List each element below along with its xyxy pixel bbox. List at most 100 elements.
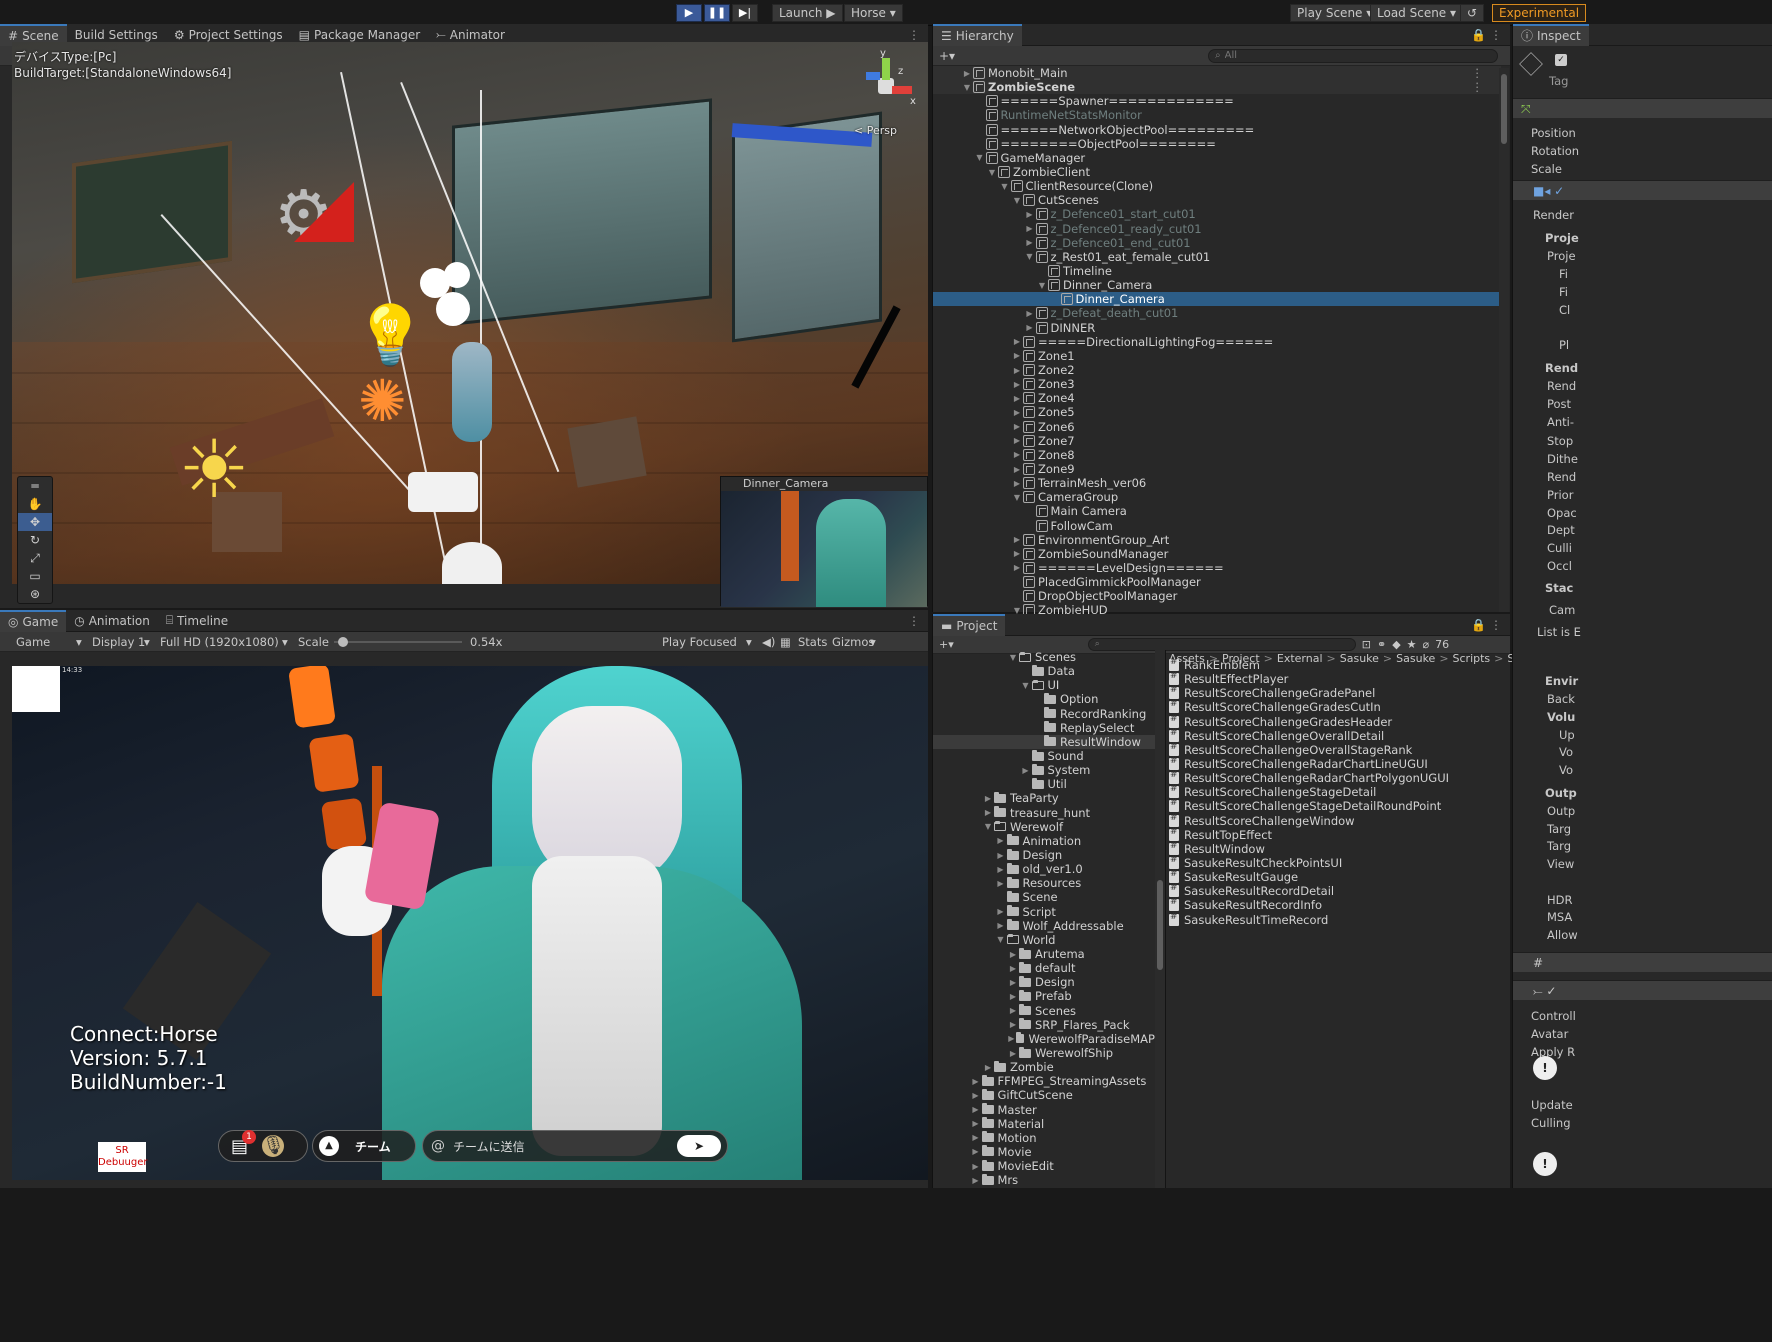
- game-viewport[interactable]: 14:33 Connect:Horse Version: 5.7.1 Build…: [12, 666, 928, 1180]
- project-file-item[interactable]: ResultEffectPlayer: [1169, 671, 1511, 686]
- drag-handle-icon[interactable]: ═: [18, 477, 52, 495]
- x-axis-cone[interactable]: [892, 86, 912, 94]
- project-file-item[interactable]: ResultScoreChallengeWindow: [1169, 813, 1511, 828]
- rotate-tool-icon[interactable]: ↻: [18, 531, 52, 549]
- foldout-arrow-icon[interactable]: ▶: [1007, 950, 1019, 959]
- project-folder-item[interactable]: ▶ Material: [933, 1117, 1155, 1131]
- foldout-arrow-icon[interactable]: ▶: [1007, 978, 1019, 987]
- project-folder-item[interactable]: ▶ SRP_Flares_Pack: [933, 1018, 1155, 1032]
- project-folder-item[interactable]: ▶ Zombie: [933, 1060, 1155, 1074]
- project-folder-item[interactable]: ▶ FFMPEG_StreamingAssets: [933, 1074, 1155, 1088]
- hierarchy-scrollbar[interactable]: [1499, 68, 1509, 612]
- filter-type-icon[interactable]: ⊡: [1362, 638, 1371, 651]
- scrollbar-thumb[interactable]: [1501, 74, 1507, 144]
- hierarchy-item[interactable]: ▼ GameManager: [933, 151, 1501, 165]
- foldout-arrow-icon[interactable]: ▶: [1011, 366, 1023, 375]
- rect-tool-icon[interactable]: ▭: [18, 567, 52, 585]
- play-focused-dropdown[interactable]: Play Focused: [662, 635, 746, 649]
- hierarchy-item[interactable]: ▼ ClientResource(Clone): [933, 179, 1501, 193]
- panel-menu-icon[interactable]: ⋮: [908, 614, 928, 628]
- foldout-arrow-icon[interactable]: ▼: [1011, 493, 1023, 502]
- project-folder-item[interactable]: ▼ Scenes: [933, 650, 1155, 664]
- foldout-arrow-icon[interactable]: ▼: [986, 168, 998, 177]
- project-file-item[interactable]: SasukeResultRecordInfo: [1169, 897, 1511, 912]
- hierarchy-item[interactable]: ▶ ======LevelDesign======: [933, 561, 1501, 575]
- hierarchy-search-input[interactable]: [1224, 50, 1465, 61]
- tab-hierarchy[interactable]: ☰ Hierarchy: [933, 23, 1022, 46]
- microphone-icon[interactable]: 🎙: [262, 1135, 285, 1157]
- foldout-arrow-icon[interactable]: ▶: [1011, 465, 1023, 474]
- load-scene-dropdown[interactable]: Load Scene ▾: [1370, 4, 1464, 22]
- project-folder-item[interactable]: ▶ Master: [933, 1103, 1155, 1117]
- slider-knob[interactable]: [337, 636, 348, 647]
- spot-light-icon[interactable]: ✺: [358, 372, 407, 430]
- hierarchy-item[interactable]: ▶ z_Defence01_start_cut01: [933, 207, 1501, 221]
- foldout-arrow-icon[interactable]: ▶: [1007, 1034, 1016, 1043]
- hierarchy-item[interactable]: ▶ ZombieSoundManager: [933, 547, 1501, 561]
- project-folder-item[interactable]: ReplaySelect: [933, 721, 1155, 735]
- scale-tool-icon[interactable]: ⤢: [18, 549, 52, 567]
- project-folder-item[interactable]: ▶ MovieEdit: [933, 1159, 1155, 1173]
- stats-button[interactable]: Stats: [798, 635, 832, 649]
- project-file-item[interactable]: ResultScoreChallengeGradesHeader: [1169, 714, 1511, 729]
- foldout-arrow-icon[interactable]: ▼: [995, 935, 1007, 944]
- tab-game[interactable]: ◎ Game: [0, 609, 67, 632]
- hierarchy-item[interactable]: ▶ =====DirectionalLightingFog======: [933, 335, 1501, 349]
- project-folder-item[interactable]: RecordRanking: [933, 707, 1155, 721]
- project-folder-item[interactable]: ▶ Wolf_Addressable: [933, 919, 1155, 933]
- foldout-arrow-icon[interactable]: ▶: [1024, 210, 1036, 219]
- project-folder-item[interactable]: ▶ System: [933, 763, 1155, 777]
- project-folder-item[interactable]: ▶ WerewolfShip: [933, 1046, 1155, 1060]
- foldout-arrow-icon[interactable]: ▶: [1007, 992, 1019, 1001]
- foldout-arrow-icon[interactable]: ▶: [982, 808, 994, 817]
- list-icon[interactable]: ▤ 1: [231, 1129, 257, 1157]
- favorite-icon[interactable]: ★: [1407, 638, 1417, 651]
- foldout-arrow-icon[interactable]: ▶: [1007, 1049, 1019, 1058]
- project-folder-item[interactable]: ▶ Mrs: [933, 1173, 1155, 1187]
- sr-debugger-button[interactable]: SR Debuuger: [98, 1142, 148, 1172]
- send-icon[interactable]: ➤: [677, 1135, 721, 1157]
- light-gizmo-icon[interactable]: [444, 262, 470, 288]
- gizmos-button[interactable]: Gizmos: [832, 635, 874, 649]
- project-file-item[interactable]: ResultScoreChallengeOverallStageRank: [1169, 742, 1511, 757]
- camera-component-header[interactable]: ■◂ ✓: [1513, 180, 1772, 200]
- foldout-arrow-icon[interactable]: ▶: [995, 865, 1007, 874]
- hierarchy-item[interactable]: ▶ Zone7: [933, 434, 1501, 448]
- hierarchy-item[interactable]: ======Spawner=============: [933, 94, 1501, 108]
- hierarchy-item[interactable]: ▶ Zone5: [933, 405, 1501, 419]
- hidden-count-icon[interactable]: ⌀: [1423, 638, 1430, 651]
- foldout-arrow-icon[interactable]: ▶: [1011, 563, 1023, 572]
- tab-timeline[interactable]: ⌸ Timeline: [158, 610, 236, 632]
- foldout-arrow-icon[interactable]: ▶: [995, 879, 1007, 888]
- tab-project[interactable]: ▬ Project: [933, 613, 1006, 636]
- foldout-arrow-icon[interactable]: ▶: [982, 794, 994, 803]
- foldout-arrow-icon[interactable]: ▶: [961, 69, 973, 78]
- light-gizmo-icon[interactable]: [442, 542, 502, 584]
- project-file-item[interactable]: ResultScoreChallengeGradePanel: [1169, 685, 1511, 700]
- project-folder-item[interactable]: ▶ GiftCutScene: [933, 1088, 1155, 1102]
- project-file-item[interactable]: SasukeResultRecordDetail: [1169, 883, 1511, 898]
- move-tool-icon[interactable]: ✥: [18, 513, 52, 531]
- project-folder-item[interactable]: Scene: [933, 890, 1155, 904]
- pane-divider[interactable]: [1165, 650, 1166, 1188]
- filter-label-icon[interactable]: ⚭: [1377, 638, 1386, 651]
- hierarchy-item[interactable]: ▶ Zone3: [933, 377, 1501, 391]
- persp-label[interactable]: < Persp: [854, 124, 897, 137]
- project-folder-item[interactable]: ▶ Prefab: [933, 989, 1155, 1003]
- pause-button[interactable]: ❚❚: [704, 4, 730, 22]
- project-file-item[interactable]: SasukeResultGauge: [1169, 869, 1511, 884]
- scrollbar-thumb[interactable]: [1157, 880, 1163, 970]
- project-folder-item[interactable]: Util: [933, 777, 1155, 791]
- foldout-arrow-icon[interactable]: ▶: [1011, 337, 1023, 346]
- lock-icon[interactable]: 🔒 ⋮: [1471, 618, 1510, 632]
- foldout-arrow-icon[interactable]: ▶: [1011, 351, 1023, 360]
- hierarchy-item[interactable]: ========ObjectPool========: [933, 137, 1501, 151]
- tag-icon[interactable]: ◆: [1392, 638, 1400, 651]
- project-folder-item[interactable]: ▶ Scenes: [933, 1004, 1155, 1018]
- folder-scrollbar[interactable]: [1155, 650, 1165, 1188]
- foldout-arrow-icon[interactable]: ▶: [970, 1176, 982, 1185]
- foldout-arrow-icon[interactable]: ▶: [1007, 964, 1019, 973]
- project-file-item[interactable]: ResultScoreChallengeStageDetailRoundPoin…: [1169, 798, 1511, 813]
- hierarchy-item[interactable]: Dinner_Camera: [933, 292, 1501, 307]
- foldout-arrow-icon[interactable]: ▶: [970, 1091, 982, 1100]
